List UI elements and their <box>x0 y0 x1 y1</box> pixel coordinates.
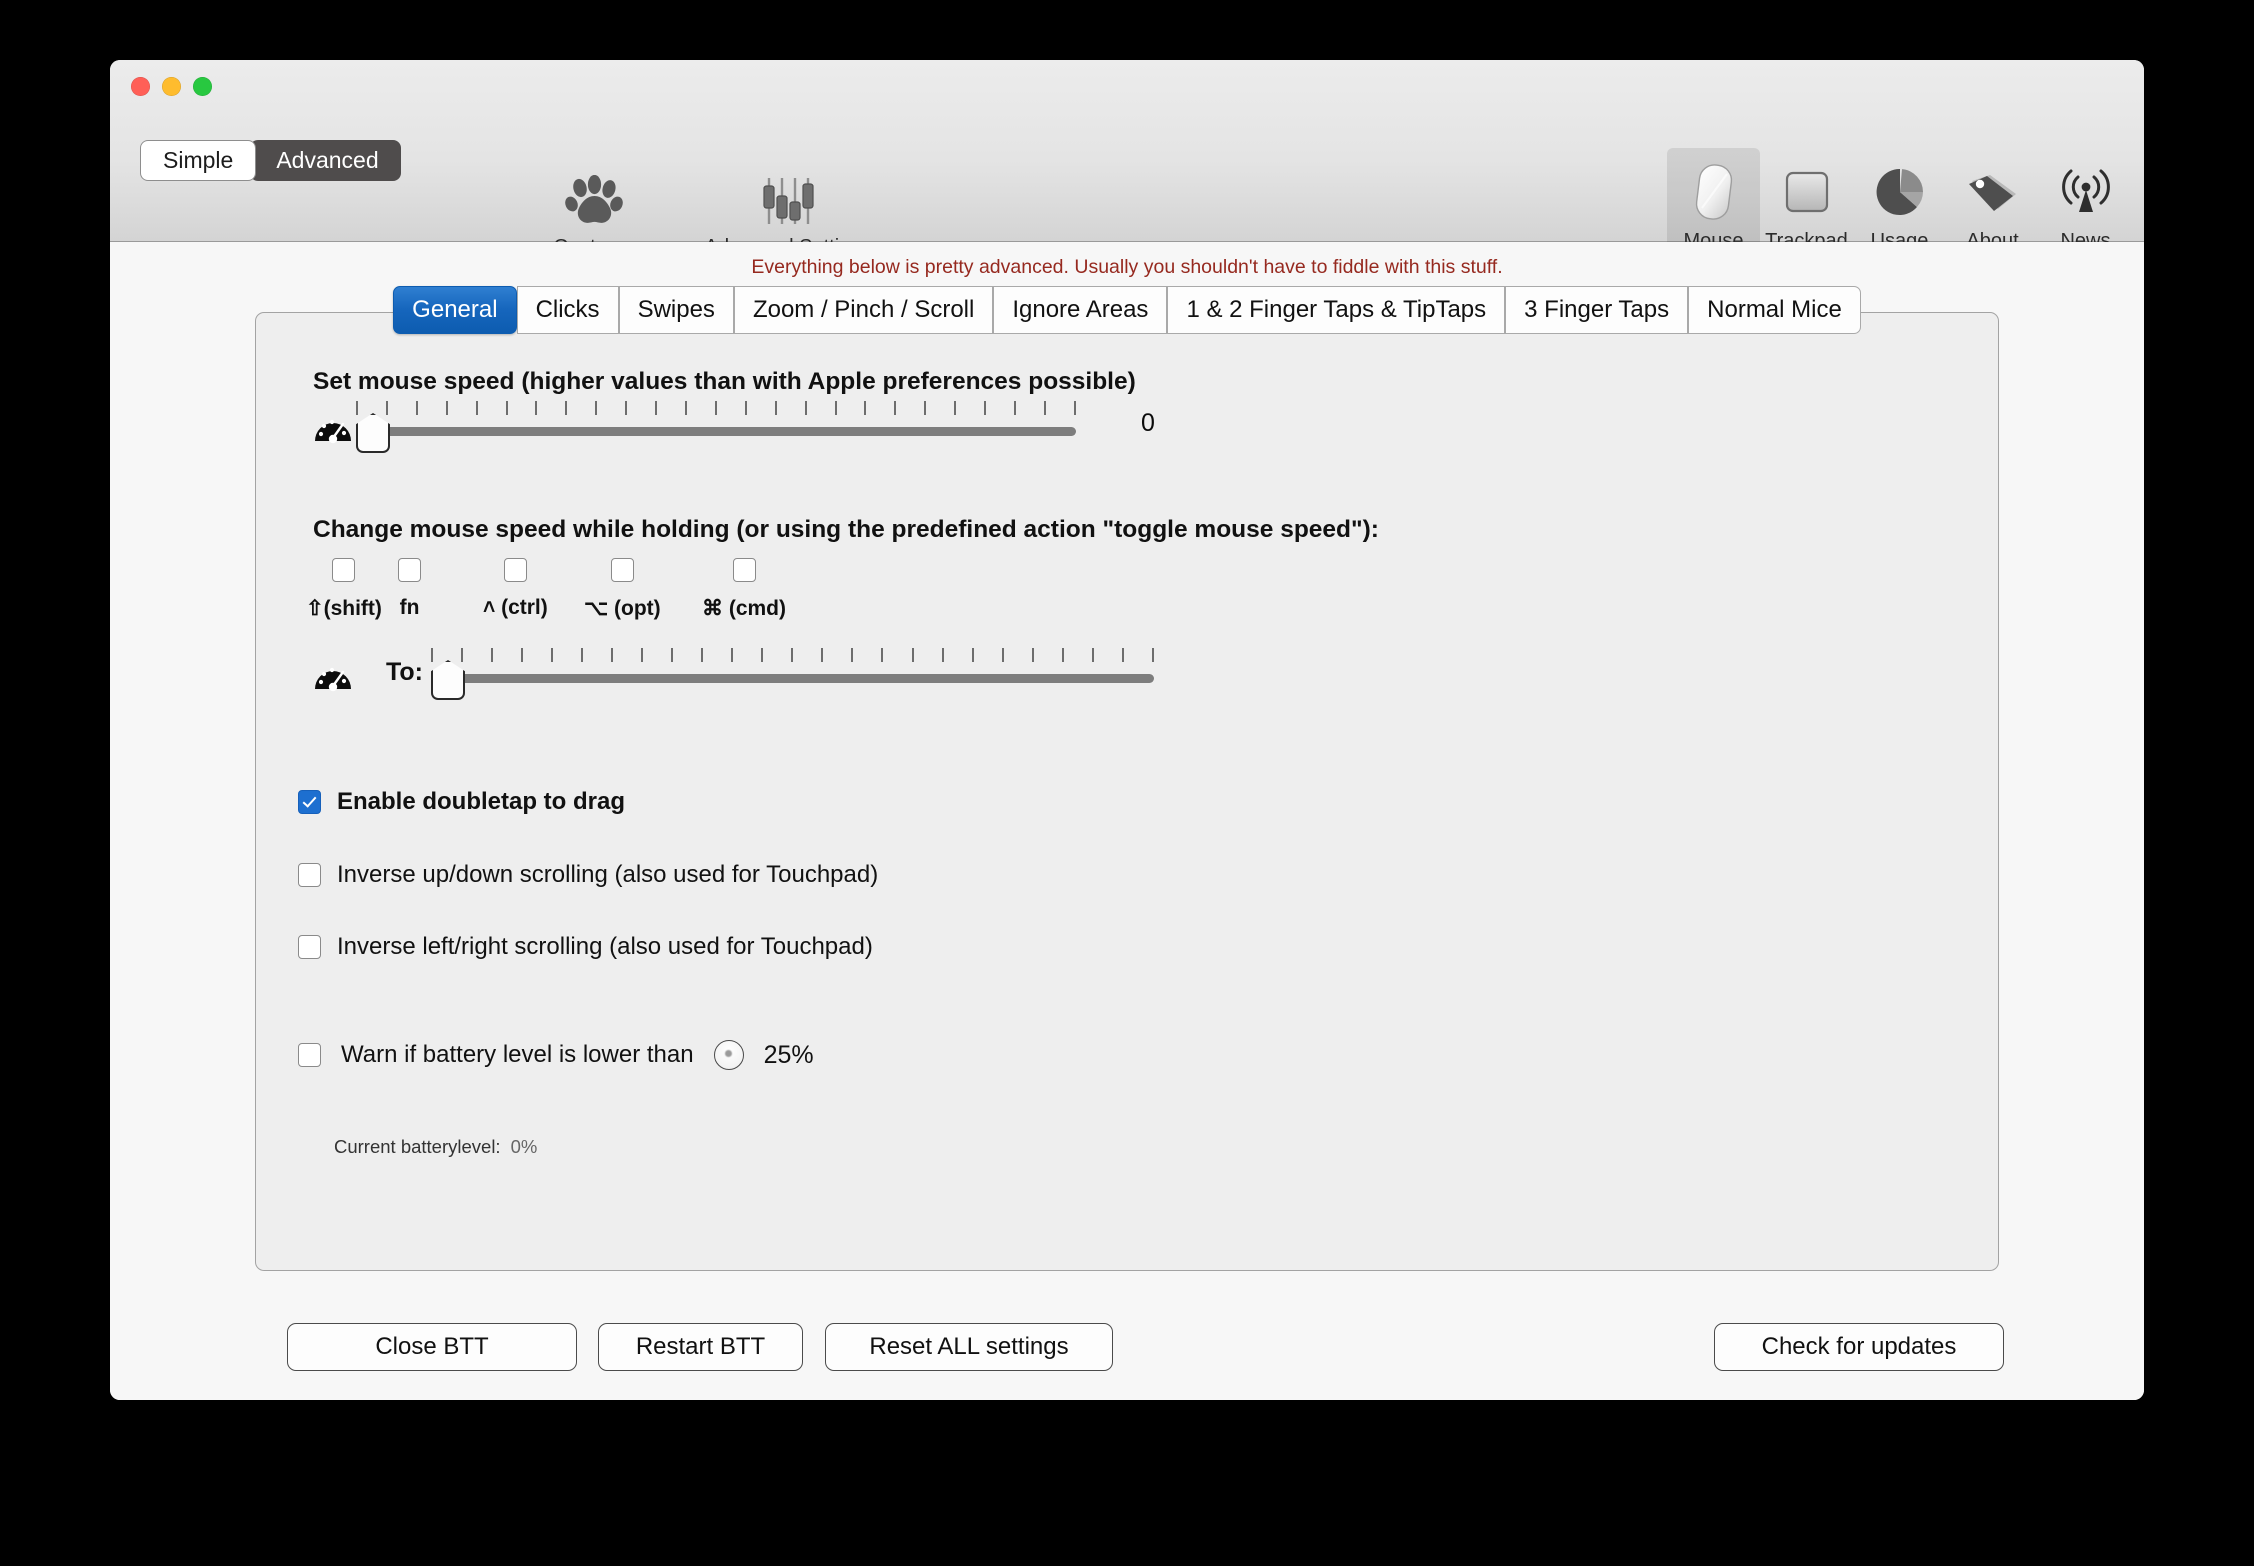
speedometer-icon-secondary <box>313 656 353 697</box>
mouse-speed-slider-ticks <box>356 401 1076 417</box>
tab-normal-mice[interactable]: Normal Mice <box>1688 286 1861 334</box>
footer-buttons: Close BTT Restart BTT Reset ALL settings… <box>110 1323 2144 1373</box>
battery-warning-label: Warn if battery level is lower than <box>341 1041 694 1068</box>
option-doubletap-to-drag[interactable]: Enable doubletap to drag <box>298 788 625 816</box>
modifier-ctrl-checkbox[interactable] <box>503 558 527 582</box>
inverse-updown-scroll-checkbox[interactable] <box>298 863 321 887</box>
change-speed-heading: Change mouse speed while holding (or usi… <box>313 516 1379 543</box>
mouse-speed-slider-track[interactable] <box>356 427 1076 436</box>
mode-simple-button[interactable]: Simple <box>140 140 257 181</box>
modifier-fn-label: fn <box>399 596 420 619</box>
battery-threshold-knob[interactable] <box>713 1040 744 1070</box>
modifier-opt-label: ⌥ (opt) <box>584 597 661 620</box>
option-inverse-leftright-scroll[interactable]: Inverse left/right scrolling (also used … <box>298 933 873 961</box>
traffic-lights <box>131 77 212 96</box>
close-window-button[interactable] <box>131 77 150 96</box>
mode-segmented-control[interactable]: Simple Advanced <box>140 140 401 181</box>
inverse-updown-scroll-label: Inverse up/down scrolling (also used for… <box>337 861 879 888</box>
paw-icon <box>565 170 623 232</box>
modifier-shift[interactable]: ⇧(shift) <box>306 558 382 621</box>
broadcast-icon <box>2059 160 2113 224</box>
inverse-leftright-scroll-checkbox[interactable] <box>298 935 321 959</box>
option-battery-warning[interactable]: Warn if battery level is lower than 25% <box>298 1040 814 1070</box>
general-settings-panel: Set mouse speed (higher values than with… <box>255 312 1999 1271</box>
mode-advanced-button[interactable]: Advanced <box>250 140 401 181</box>
speedometer-icon <box>313 408 353 449</box>
close-btt-button[interactable]: Close BTT <box>287 1323 577 1371</box>
modifier-ctrl-label: ˄ (ctrl) <box>483 596 548 619</box>
modifier-ctrl[interactable]: ˄ (ctrl) <box>483 558 548 620</box>
sliders-icon <box>759 170 817 232</box>
check-for-updates-button[interactable]: Check for updates <box>1714 1323 2004 1371</box>
toggle-speed-slider-track[interactable] <box>431 674 1154 683</box>
tag-icon <box>1966 160 2020 224</box>
mouse-speed-heading: Set mouse speed (higher values than with… <box>313 368 1136 395</box>
pie-chart-icon <box>1875 160 1925 224</box>
doubletap-to-drag-label: Enable doubletap to drag <box>337 788 626 815</box>
toggle-speed-slider-ticks <box>431 648 1154 664</box>
minimize-window-button[interactable] <box>162 77 181 96</box>
reset-all-settings-button[interactable]: Reset ALL settings <box>825 1323 1113 1371</box>
tab-3-finger-taps[interactable]: 3 Finger Taps <box>1505 286 1689 334</box>
screen: Simple Advanced Mouse Trackpad Usage Abo… <box>0 0 2254 1566</box>
current-battery-level-label: Current batterylevel: <box>334 1136 501 1157</box>
mouse-speed-slider[interactable] <box>356 401 1076 453</box>
modifier-shift-checkbox[interactable] <box>332 558 356 582</box>
doubletap-to-drag-checkbox[interactable] <box>298 790 321 814</box>
btt-preferences-window: Simple Advanced Mouse Trackpad Usage Abo… <box>110 60 2144 1400</box>
window-toolbar: Simple Advanced Mouse Trackpad Usage Abo… <box>110 60 2144 261</box>
battery-warning-checkbox[interactable] <box>298 1043 321 1067</box>
modifier-cmd-checkbox[interactable] <box>732 558 756 582</box>
tab-1-2-finger-taps[interactable]: 1 & 2 Finger Taps & TipTaps <box>1167 286 1506 334</box>
toggle-speed-slider-thumb[interactable] <box>431 660 465 700</box>
zoom-window-button[interactable] <box>193 77 212 96</box>
modifier-shift-label: ⇧(shift) <box>306 597 382 620</box>
modifier-fn-checkbox[interactable] <box>398 558 421 582</box>
battery-threshold-value: 25% <box>763 1040 814 1069</box>
to-label: To: <box>386 658 424 686</box>
modifier-cmd-label: ⌘ (cmd) <box>702 597 786 620</box>
modifier-cmd[interactable]: ⌘ (cmd) <box>702 558 786 621</box>
restart-btt-button[interactable]: Restart BTT <box>598 1323 803 1371</box>
modifier-fn[interactable]: fn <box>398 558 421 620</box>
advanced-warning-text: Everything below is pretty advanced. Usu… <box>751 256 1503 278</box>
trackpad-icon <box>1782 160 1832 224</box>
inverse-leftright-scroll-label: Inverse left/right scrolling (also used … <box>337 933 873 960</box>
tab-general[interactable]: General <box>393 286 517 334</box>
window-body: Everything below is pretty advanced. Usu… <box>110 242 2144 1400</box>
tab-ignore-areas[interactable]: Ignore Areas <box>993 286 1168 334</box>
tab-zoom-pinch-scroll[interactable]: Zoom / Pinch / Scroll <box>733 286 994 334</box>
mouse-speed-value: 0 <box>1141 409 1155 437</box>
current-battery-level-value: 0% <box>510 1136 538 1157</box>
option-inverse-updown-scroll[interactable]: Inverse up/down scrolling (also used for… <box>298 861 878 889</box>
tab-clicks[interactable]: Clicks <box>516 286 619 334</box>
tab-bar: General Clicks Swipes Zoom / Pinch / Scr… <box>110 286 2144 334</box>
mouse-speed-slider-thumb[interactable] <box>356 413 390 453</box>
modifier-opt-checkbox[interactable] <box>610 558 634 582</box>
mouse-icon <box>1693 160 1735 224</box>
toggle-speed-slider[interactable] <box>431 648 1154 700</box>
modifier-opt[interactable]: ⌥ (opt) <box>584 558 661 621</box>
tab-swipes[interactable]: Swipes <box>618 286 734 334</box>
current-battery-level: Current batterylevel: 0% <box>334 1136 537 1158</box>
